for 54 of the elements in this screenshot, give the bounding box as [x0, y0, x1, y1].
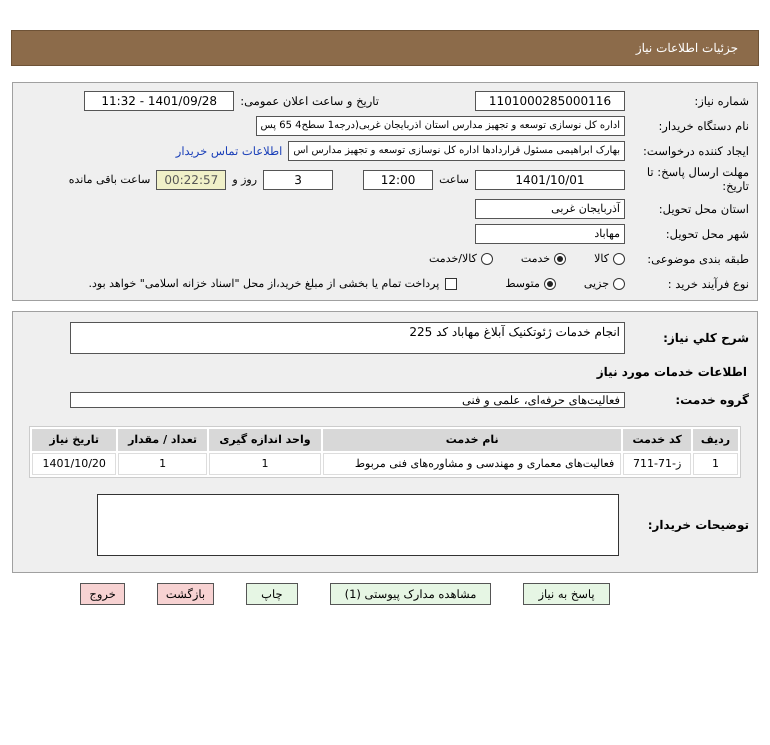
- need-number-field: 1101000285000116: [475, 91, 625, 111]
- city-field: مهاباد: [475, 224, 625, 244]
- table-cell: 1401/10/20: [32, 452, 116, 475]
- days-label: روز و: [232, 173, 258, 186]
- table-cell: فعالیت‌های معماری و مهندسی و مشاوره‌های فنی مربوط: [323, 452, 622, 475]
- column-header: نام خدمت: [323, 428, 622, 451]
- description-field: انجام خدمات ژئوتکنیک آبلاغ مهاباد کد 225: [70, 322, 625, 354]
- deadline-time-field: 12:00: [363, 170, 434, 190]
- buyer-org-field: اداره کل نوسازی توسعه و تجهیز مدارس استان اذربایجان غربی(درجه1 سطح4 65 پس: [256, 116, 625, 136]
- column-header: ردیف: [693, 428, 738, 451]
- action-button[interactable]: مشاهده مدارک پیوستی (1): [330, 582, 492, 605]
- table-cell: 1: [693, 452, 738, 475]
- field-label: ایجاد کننده درخواست:: [642, 144, 749, 158]
- table-cell: ز-71-711: [623, 452, 692, 475]
- field-label: مهلت ارسال پاسخ: تا تاریخ:: [646, 166, 749, 194]
- field-label: شماره نیاز:: [693, 94, 749, 108]
- table-cell: 1: [118, 452, 207, 475]
- column-header: کد خدمت: [623, 428, 692, 451]
- field-label: استان محل تحویل:: [658, 202, 749, 216]
- treasury-checkbox[interactable]: [445, 278, 458, 290]
- category-radio[interactable]: کالا/خدمت: [429, 252, 493, 266]
- province-field: آذربایجان غربی: [475, 198, 625, 219]
- field-label: نوع فرآیند خرید :: [666, 276, 749, 291]
- field-label: شهر محل تحویل:: [664, 226, 749, 241]
- column-header: تعداد / مقدار: [118, 428, 207, 451]
- field-label: طبقه بندی موضوعی:: [646, 252, 749, 266]
- field-label: شرح کلي نياز:: [662, 330, 749, 345]
- action-button[interactable]: چاپ: [246, 582, 298, 605]
- field-label: گروه خدمت:: [674, 392, 749, 407]
- action-button[interactable]: بازگشت: [156, 582, 214, 605]
- action-button[interactable]: پاسخ به نیاز: [523, 582, 610, 605]
- page-title: جزئیات اطلاعات نیاز: [636, 41, 738, 55]
- category-radio[interactable]: کالا: [594, 252, 625, 266]
- field-label: نام دستگاه خریدار:: [657, 119, 749, 133]
- remaining-label: ساعت باقی مانده: [68, 173, 150, 186]
- field-label: تاریخ و ساعت اعلان عمومی:: [240, 94, 379, 108]
- field-label: توضیحات خریدار:: [646, 518, 749, 532]
- deadline-date-field: 1401/10/01: [475, 170, 625, 190]
- column-header: واحد اندازه گیری: [208, 428, 322, 451]
- days-field: 3: [263, 170, 334, 190]
- category-radio[interactable]: خدمت: [520, 252, 566, 266]
- buyer-contact-link[interactable]: اطلاعات تماس خریدار: [176, 144, 282, 158]
- service-group-field: فعالیت‌های حرفه‌ای، علمی و فنی: [70, 392, 625, 408]
- purchase-type-radio[interactable]: متوسط: [505, 277, 556, 290]
- section-title: اطلاعات خدمات مورد نیاز: [596, 364, 748, 379]
- announce-date-field: 1401/09/28 - 11:32: [84, 91, 234, 111]
- remaining-time-field: 00:22:57: [156, 170, 226, 190]
- requester-field: بهارک ابراهیمی مسئول قراردادها اداره کل نوسازی توسعه و تجهیز مدارس اس: [288, 141, 625, 161]
- time-label: ساعت: [439, 173, 469, 186]
- action-button[interactable]: خروج: [80, 582, 125, 605]
- column-header: تاریخ نیاز: [32, 428, 116, 451]
- treasury-label: پرداخت تمام یا بخشی از مبلغ خرید،از محل "اسناد خزانه اسلامی" خواهد بود.: [88, 277, 440, 290]
- table-cell: 1: [208, 452, 322, 475]
- purchase-type-radio[interactable]: جزیی: [584, 277, 625, 290]
